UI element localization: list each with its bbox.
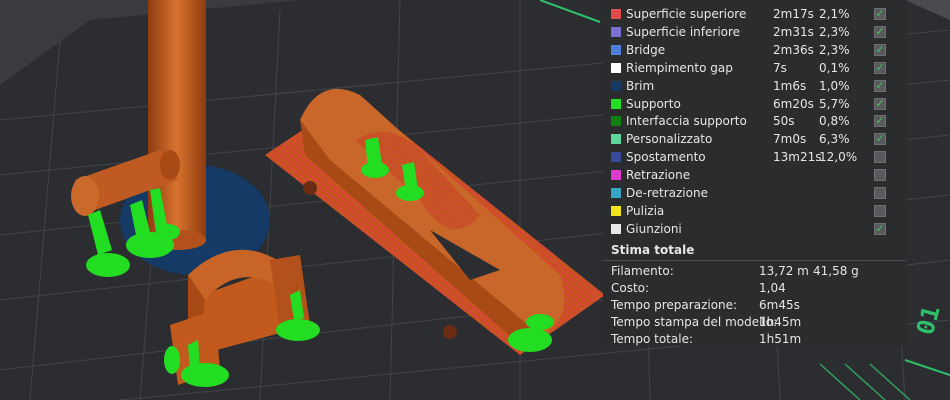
filament-length: 13,72 m	[759, 264, 809, 278]
feature-percent: 2,1%	[819, 7, 850, 21]
color-swatch-icon	[611, 205, 621, 216]
legend-row: Riempimento gap 7s 0,1% ✓	[603, 59, 907, 77]
legend-row: Pulizia	[603, 202, 907, 220]
feature-label: Interfaccia supporto	[626, 114, 747, 129]
feature-label: De-retrazione	[626, 186, 708, 200]
color-swatch-icon	[611, 80, 621, 91]
feature-time: 2m36s	[773, 42, 814, 57]
legend-row: Retrazione	[603, 166, 907, 184]
legend-row: Bridge 2m36s 2,3% ✓	[603, 41, 907, 59]
total-estimate-title: Stima totale	[611, 243, 695, 257]
feature-percent: 12,0%	[819, 150, 858, 165]
visibility-checkbox[interactable]	[874, 169, 886, 182]
color-swatch-icon	[611, 9, 621, 19]
color-swatch-icon	[611, 44, 621, 55]
cost-label: Costo:	[611, 281, 650, 295]
color-swatch-icon	[611, 98, 621, 109]
legend-row: Superficie inferiore 2m31s 2,3% ✓	[603, 23, 907, 41]
visibility-checkbox[interactable]: ✓	[874, 79, 886, 92]
visibility-checkbox[interactable]: ✓	[874, 133, 886, 146]
color-swatch-icon	[611, 62, 621, 73]
legend-row: Personalizzato 7m0s 6,3% ✓	[603, 130, 907, 148]
visibility-checkbox[interactable]: ✓	[874, 97, 886, 110]
feature-time: 2m17s	[773, 7, 814, 21]
legend-row: Supporto 6m20s 5,7% ✓	[603, 95, 907, 113]
legend-row: Giunzioni ✓	[603, 220, 907, 238]
total-row-prep-time: Tempo preparazione: 6m45s	[603, 297, 907, 314]
feature-label: Brim	[626, 78, 655, 93]
total-row-total-time: Tempo totale: 1h51m	[603, 331, 907, 348]
feature-label: Riempimento gap	[626, 60, 733, 75]
feature-percent: 0,8%	[819, 114, 850, 129]
total-time-label: Tempo totale:	[611, 332, 694, 346]
feature-label: Retrazione	[626, 168, 691, 183]
total-row-cost: Costo: 1,04	[603, 280, 907, 297]
color-swatch-icon	[611, 152, 621, 163]
legend-row: Spostamento 13m21s 12,0%	[603, 148, 907, 166]
legend-row: Interfaccia supporto 50s 0,8% ✓	[603, 112, 907, 130]
visibility-checkbox[interactable]: ✓	[874, 8, 886, 20]
visibility-checkbox[interactable]	[874, 151, 886, 164]
divider	[603, 260, 907, 261]
model-print-time-value: 1h45m	[759, 315, 802, 329]
feature-percent: 5,7%	[819, 96, 850, 111]
feature-label: Spostamento	[626, 150, 706, 165]
total-row-filament: Filamento: 13,72 m 41,58 g	[603, 263, 907, 280]
prep-time-value: 6m45s	[759, 298, 800, 312]
visibility-checkbox[interactable]	[874, 204, 886, 217]
color-swatch-icon	[611, 116, 621, 127]
feature-percent: 2,3%	[819, 42, 850, 57]
legend-row: Superficie superiore 2m17s 2,1% ✓	[603, 5, 907, 23]
color-swatch-icon	[611, 188, 621, 198]
feature-percent: 1,0%	[819, 78, 850, 93]
feature-percent: 0,1%	[819, 60, 850, 75]
visibility-checkbox[interactable]: ✓	[874, 222, 886, 235]
color-swatch-icon	[611, 134, 621, 145]
feature-time: 7s	[773, 60, 787, 75]
prep-time-label: Tempo preparazione:	[611, 298, 738, 312]
feature-time: 7m0s	[773, 132, 807, 147]
feature-percent: 2,3%	[819, 24, 850, 39]
feature-label: Bridge	[626, 42, 666, 57]
feature-label: Personalizzato	[626, 132, 713, 147]
total-row-model-time: Tempo stampa del modello: 1h45m	[603, 314, 907, 331]
feature-time: 50s	[773, 114, 795, 129]
filament-weight: 41,58 g	[813, 264, 859, 278]
color-swatch-icon	[611, 170, 621, 181]
feature-percent: 6,3%	[819, 132, 850, 147]
visibility-checkbox[interactable]: ✓	[874, 25, 886, 38]
feature-label: Superficie inferiore	[626, 24, 741, 39]
cost-value: 1,04	[759, 281, 786, 295]
feature-time: 6m20s	[773, 96, 814, 111]
color-swatch-icon	[611, 223, 621, 234]
legend-row: Brim 1m6s 1,0% ✓	[603, 77, 907, 95]
color-swatch-icon	[611, 26, 621, 37]
feature-label: Superficie superiore	[626, 7, 747, 21]
visibility-checkbox[interactable]: ✓	[874, 61, 886, 74]
feature-label: Giunzioni	[626, 221, 682, 236]
feature-label: Pulizia	[626, 203, 665, 218]
feature-time: 2m31s	[773, 24, 814, 39]
legend-row: De-retrazione	[603, 184, 907, 202]
visibility-checkbox[interactable]: ✓	[874, 43, 886, 56]
feature-label: Supporto	[626, 96, 681, 111]
model-print-time-label: Tempo stampa del modello:	[611, 315, 778, 329]
visibility-checkbox[interactable]	[874, 187, 886, 199]
feature-time: 1m6s	[773, 78, 807, 93]
filament-label: Filamento:	[611, 264, 674, 278]
visibility-checkbox[interactable]: ✓	[874, 115, 886, 128]
total-time-value: 1h51m	[759, 332, 802, 346]
feature-time: 13m21s	[773, 150, 822, 165]
gcode-legend-panel: Superficie superiore 2m17s 2,1% ✓ Superficie…	[603, 0, 907, 346]
